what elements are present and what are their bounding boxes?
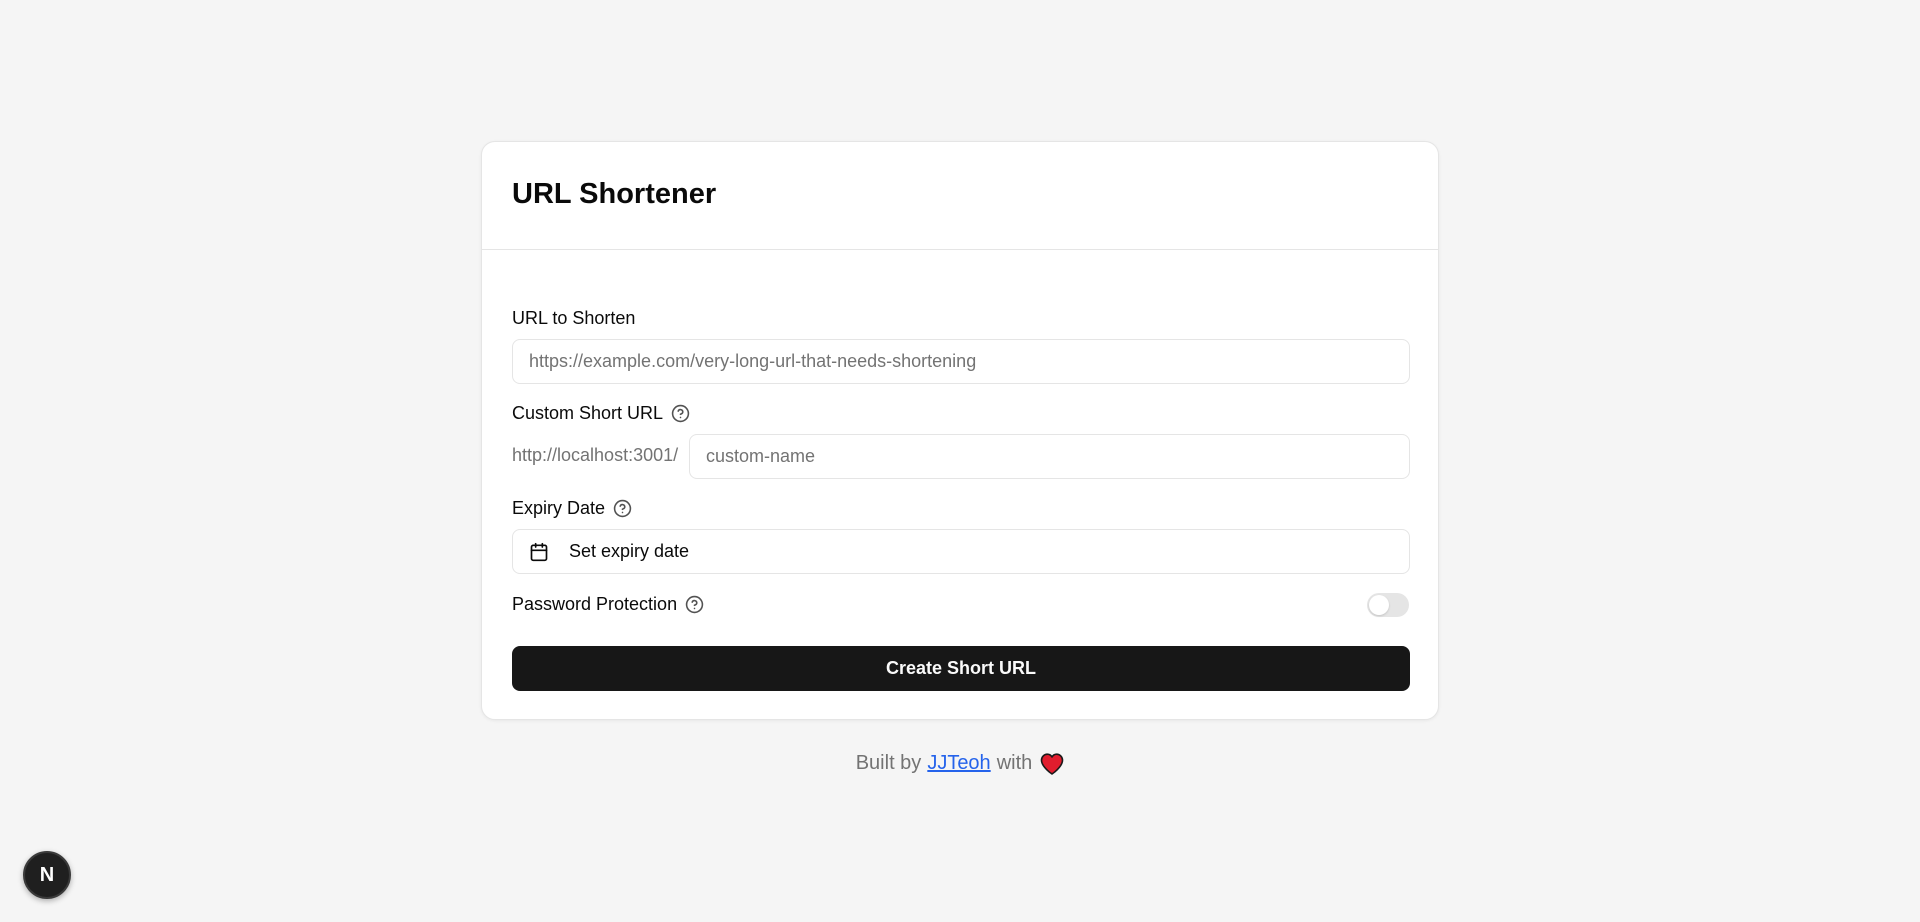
footer-with: with bbox=[996, 752, 1033, 774]
toggle-knob bbox=[1369, 595, 1389, 615]
calendar-icon bbox=[529, 542, 549, 562]
expiry-label: Expiry Date bbox=[512, 498, 606, 518]
url-input[interactable] bbox=[512, 339, 1410, 384]
card-header: URL Shortener bbox=[482, 142, 1438, 250]
help-circle-icon[interactable] bbox=[671, 404, 690, 423]
badge-letter: N bbox=[39, 863, 55, 886]
url-label: URL to Shorten bbox=[512, 308, 636, 328]
custom-url-prefix: http://localhost:3001/ bbox=[512, 445, 679, 465]
nextjs-dev-badge[interactable]: N bbox=[23, 851, 71, 899]
footer-built-by: Built by bbox=[855, 752, 922, 774]
author-link[interactable]: JJTeoh bbox=[927, 752, 990, 775]
footer: Built by JJTeoh with bbox=[0, 752, 1920, 775]
expiry-date-button[interactable]: Set expiry date bbox=[512, 529, 1410, 574]
expiry-date-label: Set expiry date bbox=[569, 541, 690, 561]
url-shortener-card: URL Shortener URL to Shorten Custom Shor… bbox=[481, 141, 1439, 720]
custom-url-label: Custom Short URL bbox=[512, 403, 664, 423]
custom-name-input[interactable] bbox=[689, 434, 1410, 479]
password-label: Password Protection bbox=[512, 594, 678, 614]
password-toggle[interactable] bbox=[1367, 593, 1409, 617]
heart-icon bbox=[1040, 752, 1064, 775]
create-short-url-button[interactable]: Create Short URL bbox=[512, 646, 1410, 691]
password-label-row: Password Protection bbox=[512, 594, 704, 615]
help-circle-icon[interactable] bbox=[685, 595, 704, 614]
custom-url-label-row: Custom Short URL bbox=[512, 403, 690, 424]
page-title: URL Shortener bbox=[512, 178, 717, 210]
expiry-label-row: Expiry Date bbox=[512, 498, 632, 519]
help-circle-icon[interactable] bbox=[613, 499, 632, 518]
url-label-row: URL to Shorten bbox=[512, 308, 635, 329]
card-body: URL to Shorten Custom Short URL http://l… bbox=[482, 250, 1438, 720]
